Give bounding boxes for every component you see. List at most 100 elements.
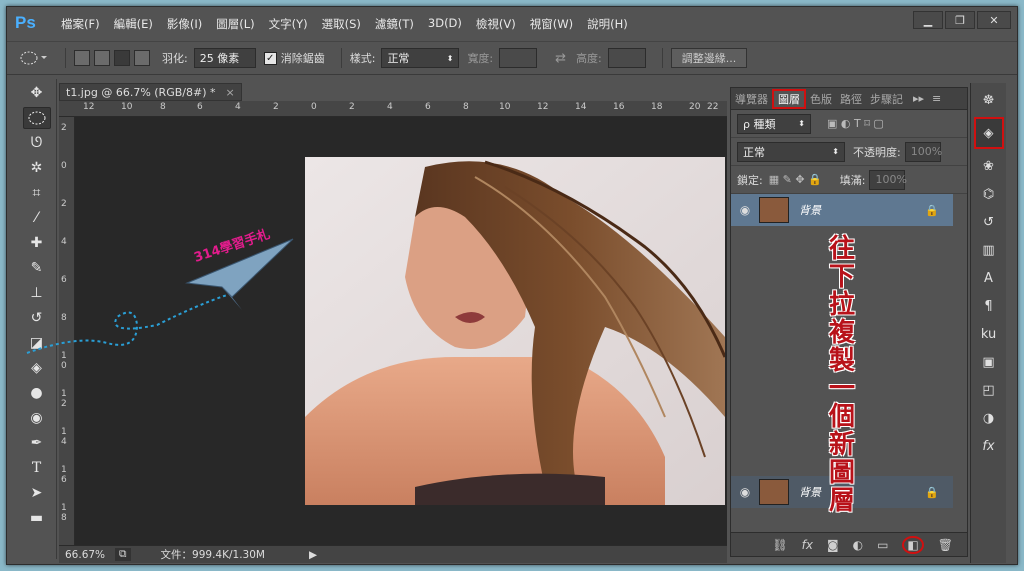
maximize-button[interactable]: ❐ [945,11,975,29]
styles-icon[interactable]: fx [976,435,1002,457]
menu-window[interactable]: 視窗(W) [530,16,573,32]
filter-label: ρ 種類 [743,117,776,131]
magic-wand-tool-icon[interactable]: ✲ [23,157,51,179]
width-input[interactable] [499,48,538,68]
tab-layers[interactable]: 圖層 [772,88,806,109]
height-input[interactable] [607,48,646,68]
swap-icon[interactable]: ⇄ [555,51,566,66]
minimize-button[interactable]: ▁ [913,11,943,29]
height-label: 高度: [576,52,602,65]
paths-icon[interactable]: ⌬ [976,183,1002,205]
menu-image[interactable]: 影像(I) [167,16,202,32]
zoom-level[interactable]: 66.67% [65,549,105,561]
fx-icon[interactable]: fx [802,538,813,552]
mask-icon[interactable]: ◙ [827,538,839,552]
menu-edit[interactable]: 編輯(E) [114,16,153,32]
blend-mode-select[interactable]: 正常 ⬍ [737,141,845,162]
menu-items: 檔案(F) 編輯(E) 影像(I) 圖層(L) 文字(Y) 選取(S) 濾鏡(T… [61,16,642,32]
close-document-icon[interactable]: × [225,86,234,99]
woman-photo-illustration [305,157,725,505]
file-info: 文件：999.4K/1.30M [160,549,265,561]
ruler-tick: 22 [707,102,719,112]
channels-icon[interactable]: ❀ [976,155,1002,177]
menu-file[interactable]: 檔案(F) [61,16,100,32]
fill-label: 填滿: [839,173,866,187]
menu-view[interactable]: 檢視(V) [476,16,516,32]
window-controls: ▁ ❐ ✕ [913,11,1011,29]
type-tool-icon[interactable]: T [23,457,51,479]
crop-tool-icon[interactable]: ⌗ [23,182,51,204]
ruler-tick: 8 [463,102,469,112]
document-title: t1.jpg @ 66.7% (RGB/8#) * [66,85,216,99]
tab-history[interactable]: 步驟記 [866,91,907,107]
lock-icon: 🔒 [925,485,939,499]
path-selection-tool-icon[interactable]: ➤ [23,482,51,504]
layer-filter-select[interactable]: ρ 種類 ⬍ [737,113,811,134]
antialias-checkbox[interactable]: ✓ [263,51,277,65]
tool-preset-picker[interactable] [19,50,49,66]
ruler-tick: 12 [537,102,549,112]
paragraph-icon[interactable]: ¶ [976,295,1002,317]
feather-input[interactable]: 25 像素 [193,48,256,68]
ellipse-marquee-tool-icon[interactable] [22,107,51,129]
layer-row[interactable]: ◉ 背景 🔒 [731,194,953,226]
menu-type[interactable]: 文字(Y) [269,16,308,32]
intersect-selection-button[interactable] [134,50,150,66]
close-button[interactable]: ✕ [977,11,1011,29]
lasso-tool-icon[interactable]: ᘎ [23,132,51,154]
character-icon[interactable]: A [976,267,1002,289]
ruler-tick: 6 [425,102,431,112]
navigator-icon[interactable]: ☸ [976,89,1002,111]
dodge-tool-icon[interactable]: ◉ [23,407,51,429]
blur-tool-icon[interactable]: ● [23,382,51,404]
document-tab[interactable]: t1.jpg @ 66.7% (RGB/8#) * × [59,83,242,101]
style-value: 正常 [387,52,410,65]
antialias-group: ✓ 消除鋸齒 [263,50,325,66]
trash-icon[interactable]: 🗑 [938,538,953,552]
lock-icons[interactable]: ▦ ✎ ✥ 🔒 [769,173,822,186]
visibility-eye-icon[interactable]: ◉ [731,485,759,499]
status-menu-icon[interactable]: ▶ [309,549,317,561]
panel-menu-icon[interactable]: ≡ [932,92,941,105]
layers-icon[interactable]: ◈ [973,117,1004,149]
folder-icon[interactable]: ▭ [877,538,888,552]
shape-tool-icon[interactable]: ▬ [23,507,51,529]
opacity-input[interactable]: 100% [904,141,942,162]
link-icon[interactable]: ⛓ [772,538,787,552]
ruler-tick: 2 [61,123,67,133]
3d-icon[interactable]: ◰ [976,379,1002,401]
adjustment-icon[interactable]: ◐ [853,538,863,552]
refine-edge-button[interactable]: 調整邊緣... [670,48,748,68]
visibility-eye-icon[interactable]: ◉ [731,203,759,217]
new-selection-button[interactable] [74,50,90,66]
fill-input[interactable]: 100% [869,169,907,190]
lock-icon: 🔒 [925,203,939,217]
panel-collapse-icon[interactable]: ▸▸ [913,92,924,105]
pen-tool-icon[interactable]: ✒ [23,432,51,454]
menu-help[interactable]: 說明(H) [587,16,628,32]
move-tool-icon[interactable]: ✥ [23,82,51,104]
tab-paths[interactable]: 路徑 [836,91,866,107]
ruler-tick: 2 [273,102,279,112]
new-layer-icon[interactable]: ◧ [902,535,924,554]
filter-icons[interactable]: ▣ ◐ T ⌑ ▢ [827,117,884,130]
swatches-icon[interactable]: ▥ [976,239,1002,261]
kuler-icon[interactable]: ku [976,323,1002,345]
tab-navigator[interactable]: 導覽器 [731,91,772,107]
ruler-tick: 0 [311,102,317,112]
subtract-selection-button[interactable] [114,50,130,66]
layer-thumbnail [759,197,789,223]
add-selection-button[interactable] [94,50,110,66]
menu-bar: Ps 檔案(F) 編輯(E) 影像(I) 圖層(L) 文字(Y) 選取(S) 濾… [7,7,1017,41]
lock-label: 鎖定: [737,173,763,187]
paper-plane-decoration [26,238,294,354]
style-select[interactable]: 正常 ⬍ [381,48,460,68]
menu-filter[interactable]: 濾鏡(T) [375,16,414,32]
properties-icon[interactable]: ▣ [976,351,1002,373]
menu-layer[interactable]: 圖層(L) [216,16,254,32]
menu-3d[interactable]: 3D(D) [428,16,462,32]
history-icon[interactable]: ↺ [976,211,1002,233]
tab-channels[interactable]: 色版 [806,91,836,107]
menu-select[interactable]: 選取(S) [322,16,361,32]
adjustments-icon[interactable]: ◑ [976,407,1002,429]
